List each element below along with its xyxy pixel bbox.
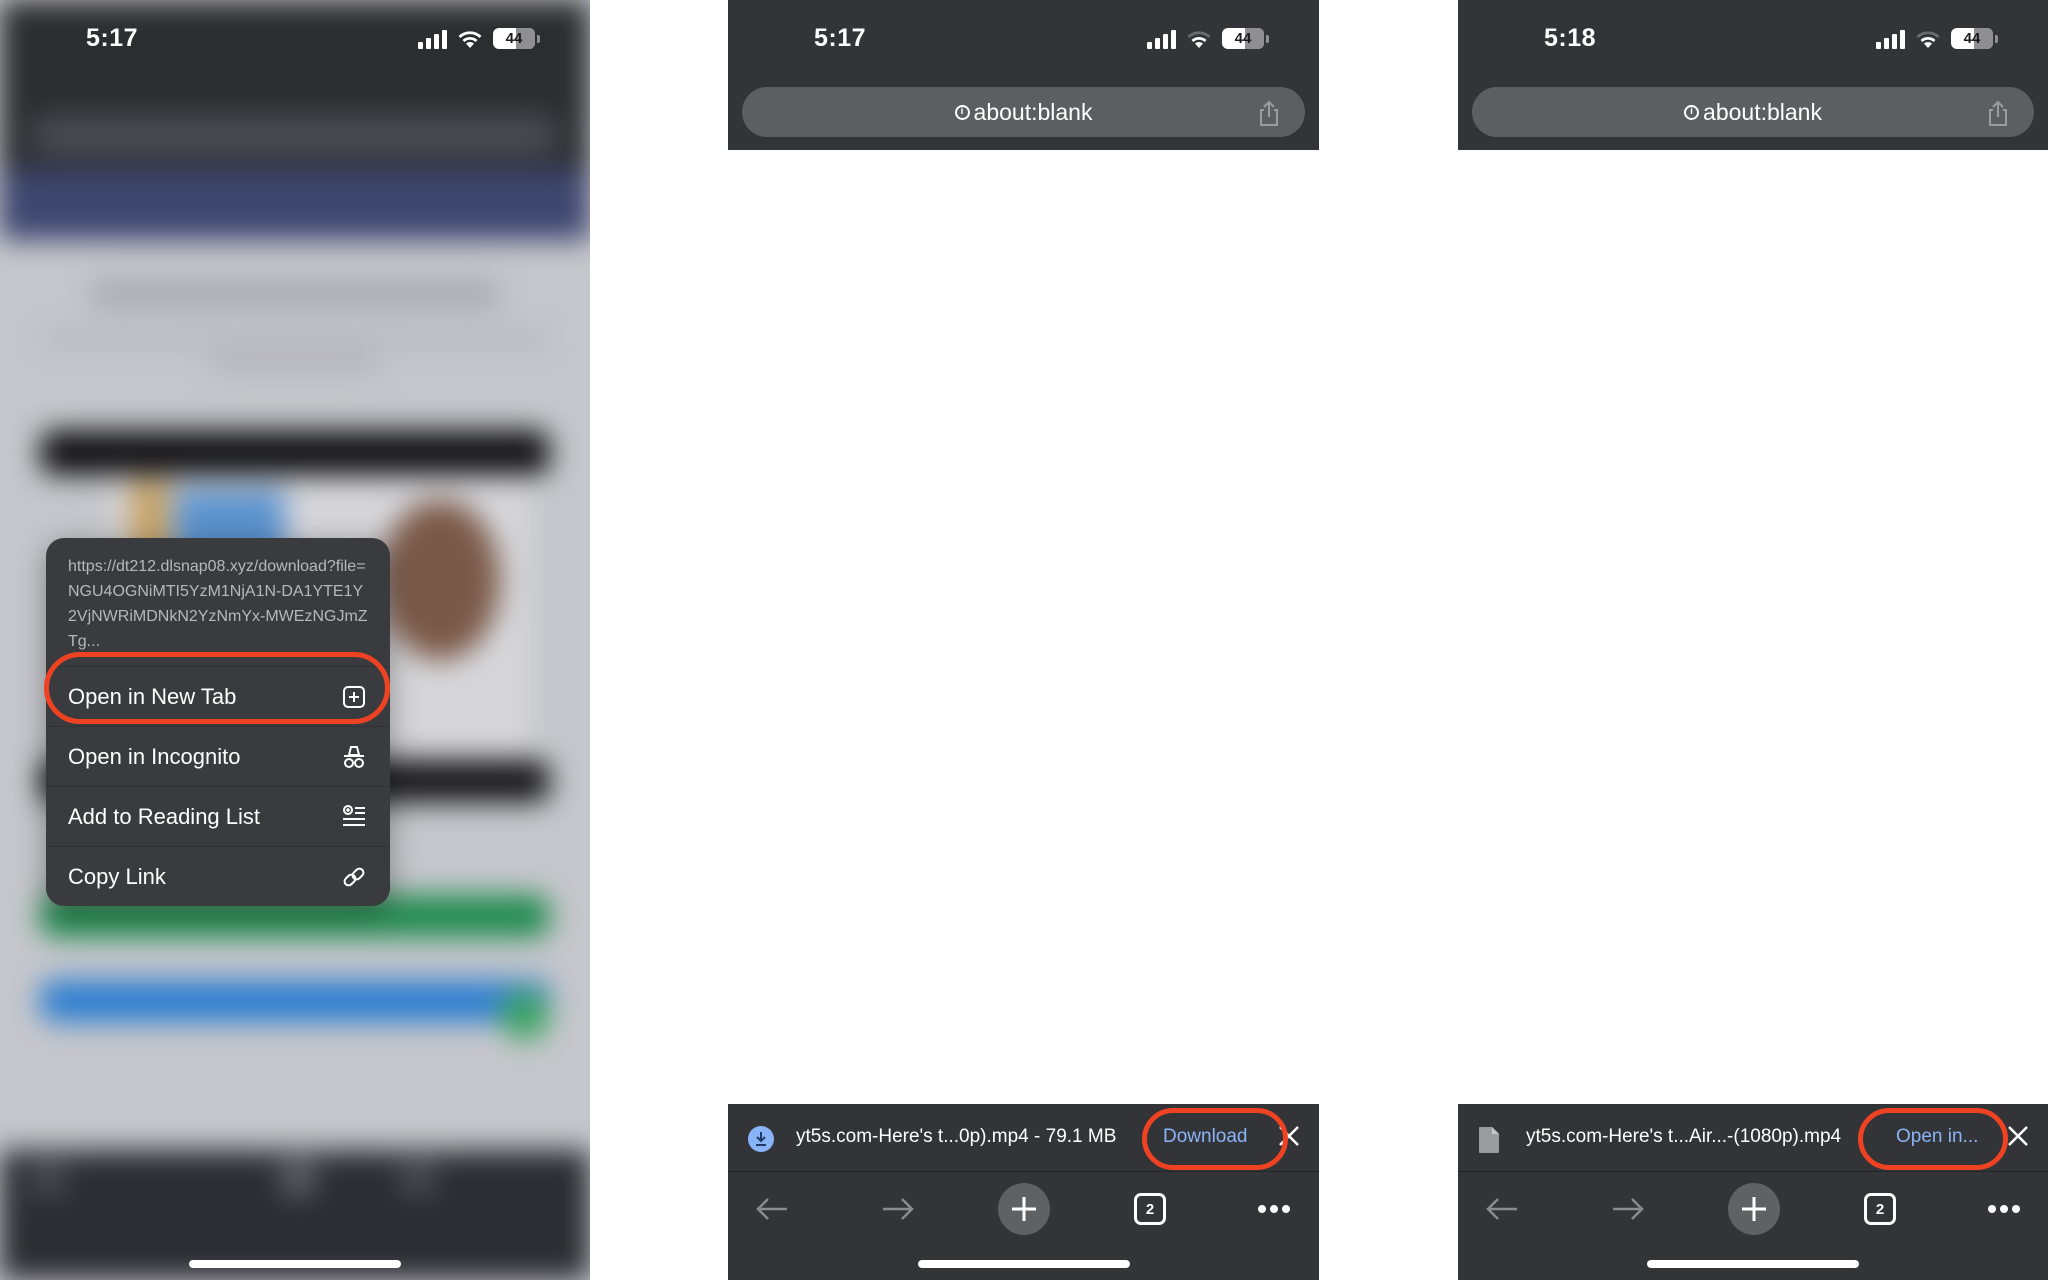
browser-toolbar: 2	[1458, 1173, 2048, 1243]
incognito-icon	[340, 743, 368, 771]
browser-toolbar: 2	[728, 1173, 1319, 1243]
forward-button[interactable]	[874, 1185, 922, 1233]
menu-item-label: Open in Incognito	[68, 743, 241, 769]
battery-level: 44	[505, 30, 523, 47]
phone-screen-open-in-prompt: 5:18 44 i about:blank yt5s.com-Here's t.	[1458, 0, 2048, 1280]
address-bar[interactable]: i about:blank	[1472, 87, 2034, 137]
home-indicator	[1647, 1260, 1859, 1268]
info-icon: i	[1684, 104, 1700, 120]
new-tab-icon	[340, 683, 368, 711]
link-context-menu: https://dt212.dlsnap08.xyz/download?file…	[46, 538, 390, 906]
menu-item-add-to-reading-list[interactable]: Add to Reading List	[46, 786, 390, 846]
status-bar: 5:17 44	[0, 0, 590, 80]
battery-icon: 44	[1222, 28, 1264, 49]
address-bar-url: about:blank	[973, 98, 1093, 125]
tab-switcher-button[interactable]: 2	[1126, 1185, 1174, 1233]
link-icon	[340, 863, 368, 891]
file-icon	[1478, 1126, 1504, 1153]
phone-screen-context-menu: 5:17 44 https://dt212.dlsnap08.xyz/downl…	[0, 0, 590, 1280]
battery-icon: 44	[1951, 28, 1993, 49]
wifi-icon	[457, 29, 483, 49]
browser-top-bar: 5:17 44 i about:blank	[728, 0, 1319, 150]
menu-item-label: Open in New Tab	[68, 683, 237, 709]
back-button[interactable]	[748, 1185, 796, 1233]
new-tab-button[interactable]	[998, 1183, 1050, 1235]
wifi-icon	[1915, 29, 1941, 49]
browser-top-bar: 5:18 44 i about:blank	[1458, 0, 2048, 150]
download-bar: yt5s.com-Here's t...0p).mp4 - 79.1 MB Do…	[728, 1104, 1319, 1172]
download-filename: yt5s.com-Here's t...Air...-(1080p).mp4	[1526, 1126, 1842, 1147]
menu-item-open-in-incognito[interactable]: Open in Incognito	[46, 726, 390, 786]
back-button[interactable]	[1478, 1185, 1526, 1233]
menu-item-open-in-new-tab[interactable]: Open in New Tab	[46, 666, 390, 726]
share-icon[interactable]	[1255, 99, 1283, 127]
address-bar-url: about:blank	[1703, 98, 1822, 125]
battery-level: 44	[1234, 30, 1252, 47]
close-icon[interactable]	[1277, 1124, 1301, 1148]
status-time: 5:17	[86, 24, 139, 52]
tab-count: 2	[1134, 1193, 1166, 1225]
forward-button[interactable]	[1604, 1185, 1652, 1233]
address-bar[interactable]: i about:blank	[742, 87, 1305, 137]
phone-screen-download-prompt: 5:17 44 i about:blank yt5s.com-Here's t.	[728, 0, 1319, 1280]
wifi-icon	[1186, 29, 1212, 49]
cellular-signal-icon	[1147, 29, 1176, 49]
home-indicator	[917, 1260, 1130, 1268]
context-menu-url: https://dt212.dlsnap08.xyz/download?file…	[68, 558, 368, 650]
open-in-button[interactable]: Open in...	[1896, 1126, 1978, 1148]
status-bar: 5:17 44	[728, 0, 1319, 80]
status-time: 5:17	[814, 24, 867, 52]
status-time: 5:18	[1544, 24, 1597, 52]
tab-switcher-button[interactable]: 2	[1856, 1185, 1904, 1233]
download-bar: yt5s.com-Here's t...Air...-(1080p).mp4 O…	[1458, 1104, 2048, 1172]
status-bar: 5:18 44	[1458, 0, 2048, 80]
home-indicator	[189, 1260, 401, 1268]
download-icon	[748, 1126, 774, 1152]
menu-item-label: Add to Reading List	[68, 803, 261, 829]
more-menu-button[interactable]	[1980, 1185, 2028, 1233]
more-menu-button[interactable]	[1250, 1185, 1298, 1233]
info-icon: i	[954, 104, 970, 120]
battery-icon: 44	[493, 28, 535, 49]
browser-bottom-bar: yt5s.com-Here's t...Air...-(1080p).mp4 O…	[1458, 1104, 2048, 1280]
tab-count: 2	[1864, 1193, 1896, 1225]
close-icon[interactable]	[2006, 1124, 2030, 1148]
battery-level: 44	[1963, 30, 1981, 47]
download-button[interactable]: Download	[1163, 1126, 1248, 1148]
cellular-signal-icon	[1876, 29, 1905, 49]
download-filename: yt5s.com-Here's t...0p).mp4 - 79.1 MB	[796, 1126, 1117, 1147]
browser-bottom-bar: yt5s.com-Here's t...0p).mp4 - 79.1 MB Do…	[728, 1104, 1319, 1280]
share-icon[interactable]	[1984, 99, 2012, 127]
new-tab-button[interactable]	[1728, 1183, 1780, 1235]
reading-list-icon	[340, 803, 368, 831]
menu-item-copy-link[interactable]: Copy Link	[46, 846, 390, 906]
menu-item-label: Copy Link	[68, 863, 166, 889]
cellular-signal-icon	[418, 29, 447, 49]
